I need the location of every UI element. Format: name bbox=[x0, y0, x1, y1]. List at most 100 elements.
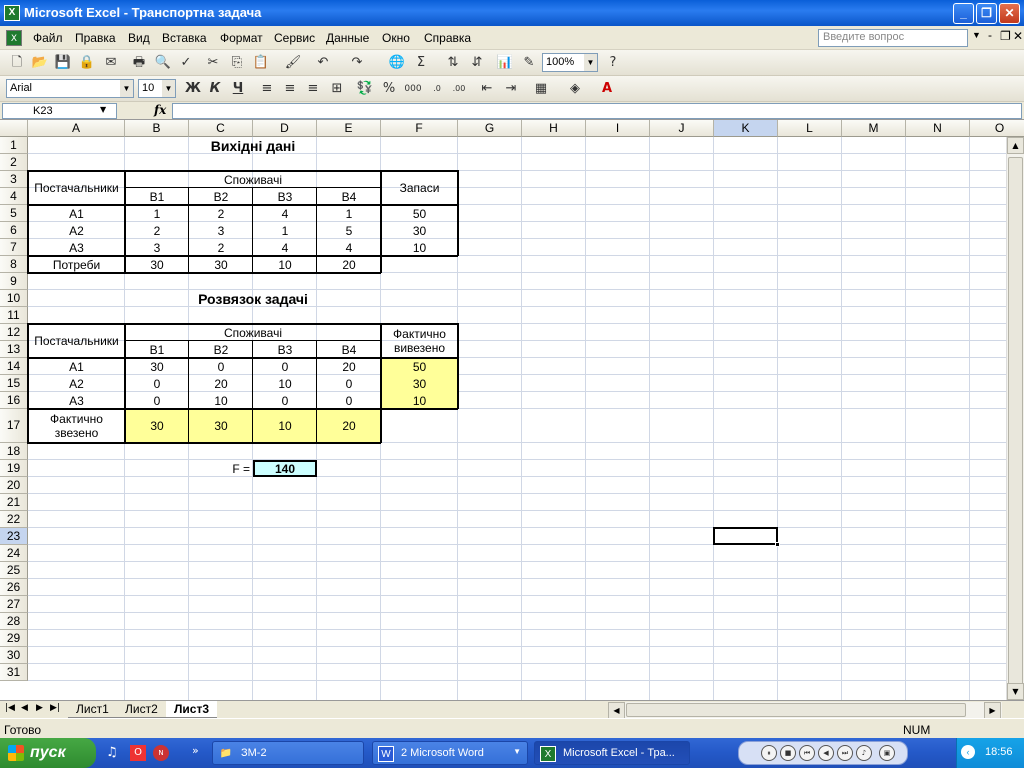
font-select[interactable]: Arial ▼ bbox=[6, 79, 134, 98]
solution-supplier[interactable]: A3 bbox=[28, 392, 125, 409]
prev-sheet-icon[interactable]: ◀ bbox=[21, 703, 28, 713]
row-header[interactable]: 11 bbox=[0, 307, 28, 324]
comma-style-icon[interactable]: 000 bbox=[404, 80, 422, 98]
menu-edit[interactable]: Правка bbox=[75, 31, 116, 45]
next-sheet-icon[interactable]: ▶ bbox=[36, 703, 43, 713]
input-supplier[interactable]: A3 bbox=[28, 239, 125, 256]
input-stock-cell[interactable]: 30 bbox=[381, 222, 458, 239]
input-consumers-header[interactable]: Споживачі bbox=[125, 171, 381, 188]
solution-title[interactable]: Розвязок задачі bbox=[125, 290, 381, 307]
doc-minimize-button[interactable]: - bbox=[988, 28, 992, 42]
row-header[interactable]: 29 bbox=[0, 630, 28, 647]
input-cost-cell[interactable]: 1 bbox=[253, 222, 317, 239]
excel-app-icon[interactable]: X bbox=[4, 5, 20, 21]
font-dropdown-icon[interactable]: ▼ bbox=[120, 80, 133, 97]
solution-consumer-b2[interactable]: B2 bbox=[189, 341, 253, 358]
quicklaunch-opera-icon[interactable]: O bbox=[130, 745, 146, 761]
percent-icon[interactable]: % bbox=[380, 80, 398, 98]
solution-value-cell[interactable]: 20 bbox=[189, 375, 253, 392]
row-header[interactable]: 4 bbox=[0, 188, 28, 205]
fill-handle[interactable] bbox=[775, 542, 780, 547]
paste-icon[interactable]: 📋 bbox=[252, 54, 270, 72]
media-volume-icon[interactable]: ♪ bbox=[856, 745, 872, 761]
cut-icon[interactable]: ✂ bbox=[204, 54, 222, 72]
row-header[interactable]: 13 bbox=[0, 341, 28, 358]
input-cost-cell[interactable]: 2 bbox=[189, 239, 253, 256]
solution-value-cell[interactable]: 30 bbox=[125, 358, 189, 375]
input-stock-cell[interactable]: 10 bbox=[381, 239, 458, 256]
input-cost-cell[interactable]: 1 bbox=[317, 205, 381, 222]
select-all-corner[interactable] bbox=[0, 120, 28, 137]
solution-suppliers-header[interactable]: Постачальники bbox=[28, 324, 125, 358]
row-header[interactable]: 17 bbox=[0, 409, 28, 443]
input-cost-cell[interactable]: 3 bbox=[125, 239, 189, 256]
menu-view[interactable]: Вид bbox=[128, 31, 150, 45]
column-header[interactable]: J bbox=[650, 120, 714, 137]
column-header[interactable]: F bbox=[381, 120, 458, 137]
media-next-icon[interactable]: ⏭ bbox=[837, 745, 853, 761]
solution-value-cell[interactable]: 20 bbox=[317, 358, 381, 375]
save-icon[interactable]: 💾 bbox=[54, 54, 72, 72]
row-header[interactable]: 2 bbox=[0, 154, 28, 171]
column-header[interactable]: H bbox=[522, 120, 586, 137]
column-header[interactable]: N bbox=[906, 120, 970, 137]
input-suppliers-header[interactable]: Постачальники bbox=[28, 171, 125, 205]
input-consumer-b3[interactable]: B3 bbox=[253, 188, 317, 205]
column-header[interactable]: A bbox=[28, 120, 125, 137]
row-header[interactable]: 16 bbox=[0, 392, 28, 409]
solution-supplier[interactable]: A2 bbox=[28, 375, 125, 392]
solution-received-cell[interactable]: 30 bbox=[125, 409, 189, 443]
input-cost-cell[interactable]: 4 bbox=[317, 239, 381, 256]
hyperlink-icon[interactable]: 🌐 bbox=[388, 54, 406, 72]
worksheet-grid[interactable]: A B C D E F G H I J K L M N O 1 2 3 4 5 6 7 8 9 10 11 12 13 14 15 16 17… bbox=[0, 120, 1024, 700]
scroll-right-icon[interactable]: ▶ bbox=[984, 702, 1001, 719]
solution-consumer-b3[interactable]: B3 bbox=[253, 341, 317, 358]
quicklaunch-more-icon[interactable]: » bbox=[192, 744, 199, 757]
last-sheet-icon[interactable]: ▶| bbox=[50, 703, 60, 713]
solution-consumers-header[interactable]: Споживачі bbox=[125, 324, 381, 341]
column-header[interactable]: E bbox=[317, 120, 381, 137]
workbook-icon[interactable]: X bbox=[6, 30, 22, 46]
taskbar-word-button[interactable]: W 2 Microsoft Word ▼ bbox=[372, 741, 528, 765]
align-right-icon[interactable]: ≡ bbox=[304, 80, 322, 98]
copy-icon[interactable]: ⎘ bbox=[228, 54, 246, 72]
font-size-select[interactable]: 10 ▼ bbox=[138, 79, 176, 98]
objective-label[interactable]: F = bbox=[189, 460, 253, 477]
active-cell-k23[interactable] bbox=[713, 527, 780, 547]
bold-button[interactable]: Ж bbox=[184, 80, 202, 98]
objective-value-cell[interactable]: 140 bbox=[253, 460, 317, 477]
print-icon[interactable]: 🖶 bbox=[130, 54, 148, 72]
row-header[interactable]: 6 bbox=[0, 222, 28, 239]
italic-button[interactable]: К bbox=[206, 80, 224, 98]
column-header[interactable]: G bbox=[458, 120, 522, 137]
row-header[interactable]: 24 bbox=[0, 545, 28, 562]
row-header[interactable]: 28 bbox=[0, 613, 28, 630]
row-header[interactable]: 9 bbox=[0, 273, 28, 290]
menu-format[interactable]: Формат bbox=[220, 31, 263, 45]
align-left-icon[interactable]: ≡ bbox=[258, 80, 276, 98]
taskbar-folder-button[interactable]: 📁 ЗМ-2 bbox=[212, 741, 364, 765]
formula-input[interactable] bbox=[172, 103, 1022, 119]
row-header[interactable]: 14 bbox=[0, 358, 28, 375]
merge-center-icon[interactable]: ⊞ bbox=[328, 80, 346, 98]
column-header[interactable]: I bbox=[586, 120, 650, 137]
solution-value-cell[interactable]: 0 bbox=[125, 375, 189, 392]
first-sheet-icon[interactable]: |◀ bbox=[5, 703, 15, 713]
column-header[interactable]: L bbox=[778, 120, 842, 137]
sort-desc-icon[interactable]: ⇵ bbox=[468, 54, 486, 72]
input-cost-cell[interactable]: 1 bbox=[125, 205, 189, 222]
currency-icon[interactable]: 💱 bbox=[356, 80, 374, 98]
quicklaunch-media-icon[interactable]: ♫ bbox=[106, 745, 118, 760]
input-title[interactable]: Вихідні дані bbox=[125, 137, 381, 154]
solution-shipped-cell[interactable]: 50 bbox=[381, 358, 458, 375]
input-cost-cell[interactable]: 5 bbox=[317, 222, 381, 239]
tray-expand-icon[interactable]: ‹ bbox=[961, 745, 975, 759]
column-header[interactable]: D bbox=[253, 120, 317, 137]
fx-icon[interactable]: fx bbox=[154, 103, 166, 117]
media-stop-icon[interactable]: ■ bbox=[780, 745, 796, 761]
input-stock-header[interactable]: Запаси bbox=[381, 171, 458, 205]
input-demand-cell[interactable]: 20 bbox=[317, 256, 381, 273]
restore-button[interactable]: ❐ bbox=[976, 3, 997, 24]
solution-value-cell[interactable]: 10 bbox=[253, 375, 317, 392]
increase-decimal-icon[interactable]: .0 bbox=[428, 80, 446, 98]
